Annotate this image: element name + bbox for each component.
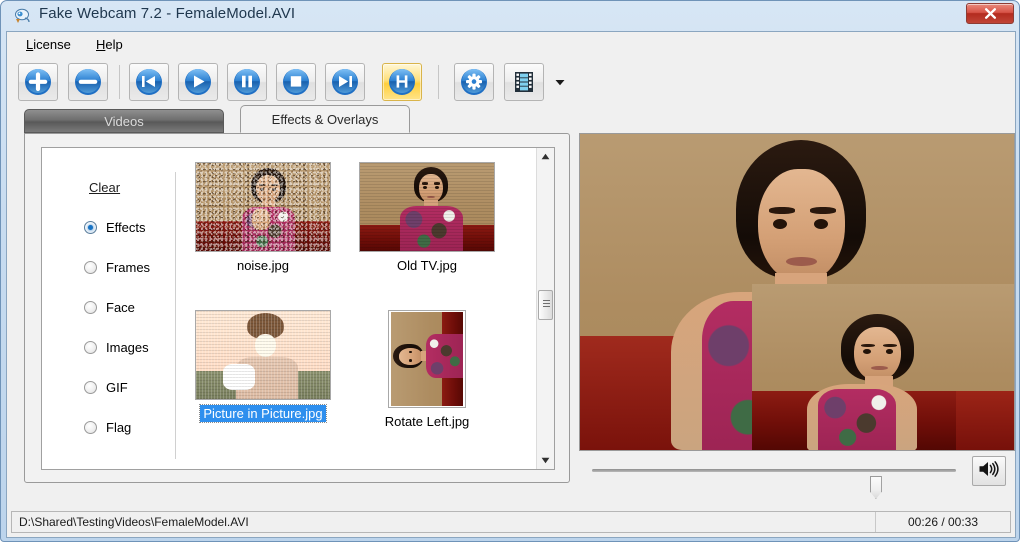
chevron-down-icon[interactable] bbox=[553, 75, 567, 89]
next-button[interactable] bbox=[325, 63, 365, 101]
menu-item-license-rest: icense bbox=[33, 37, 71, 52]
radio-indicator bbox=[84, 380, 97, 394]
webcam-output-button[interactable] bbox=[382, 63, 422, 101]
radio-frames[interactable]: Frames bbox=[84, 256, 172, 278]
thumbnail-preview-pip bbox=[195, 310, 331, 400]
video-display[interactable] bbox=[579, 133, 1015, 451]
radio-frames-label: Frames bbox=[106, 259, 151, 275]
application-window: Fake Webcam 7.2 - FemaleModel.AVI Licens… bbox=[0, 0, 1020, 542]
thumbnail-preview-rotate bbox=[388, 310, 466, 408]
radio-indicator bbox=[84, 340, 97, 354]
thumbnail-caption: Rotate Left.jpg bbox=[384, 414, 470, 429]
effects-overlays-panel: Clear Effects Frames Face Images GIF Fla… bbox=[24, 133, 570, 483]
menu-item-help[interactable]: Help bbox=[91, 36, 128, 53]
radio-gif-label: GIF bbox=[106, 379, 128, 395]
radio-gif[interactable]: GIF bbox=[84, 376, 172, 398]
settings-button[interactable] bbox=[454, 63, 494, 101]
speaker-icon bbox=[978, 460, 1000, 483]
tab-effects-overlays[interactable]: Effects & Overlays bbox=[240, 105, 410, 133]
radio-images[interactable]: Images bbox=[84, 336, 172, 358]
toolbar-separator-2 bbox=[438, 65, 439, 99]
tab-videos[interactable]: Videos bbox=[24, 109, 224, 133]
panel-divider bbox=[175, 172, 176, 459]
close-button[interactable] bbox=[966, 3, 1014, 24]
scrollbar-thumb[interactable] bbox=[538, 290, 553, 320]
remove-button[interactable] bbox=[68, 63, 108, 101]
thumbnail-item[interactable]: noise.jpg bbox=[188, 162, 338, 275]
triangle-up-icon[interactable] bbox=[537, 148, 554, 165]
thumbnail-caption: Picture in Picture.jpg bbox=[199, 404, 327, 423]
triangle-down-icon[interactable] bbox=[537, 452, 554, 469]
volume-button[interactable] bbox=[972, 456, 1006, 486]
play-button[interactable] bbox=[178, 63, 218, 101]
thumbnail-caption: noise.jpg bbox=[236, 258, 290, 273]
tab-videos-label: Videos bbox=[104, 113, 144, 129]
pause-button[interactable] bbox=[227, 63, 267, 101]
menu-item-help-rest: elp bbox=[105, 37, 123, 52]
thumbnail-caption: Old TV.jpg bbox=[397, 258, 457, 273]
radio-indicator bbox=[84, 300, 97, 314]
menu-bar: License Help bbox=[7, 32, 1015, 58]
previous-button[interactable] bbox=[129, 63, 169, 101]
tab-effects-overlays-label: Effects & Overlays bbox=[271, 111, 379, 127]
radio-effects-label: Effects bbox=[106, 219, 146, 235]
radio-face[interactable]: Face bbox=[84, 296, 172, 318]
add-button[interactable] bbox=[18, 63, 58, 101]
seek-slider-thumb[interactable] bbox=[869, 476, 882, 499]
webcam-icon bbox=[13, 7, 31, 25]
title-bar: Fake Webcam 7.2 - FemaleModel.AVI bbox=[1, 1, 1020, 31]
effects-list-container: Clear Effects Frames Face Images GIF Fla… bbox=[41, 147, 555, 470]
toolbar-separator-1 bbox=[119, 65, 120, 99]
toolbar bbox=[7, 57, 1015, 105]
radio-face-label: Face bbox=[106, 299, 135, 315]
thumbnail-item[interactable]: Rotate Left.jpg bbox=[352, 310, 502, 431]
video-preview-panel bbox=[579, 133, 1015, 499]
window-client-area: License Help Videos Effects & Overlays C… bbox=[6, 31, 1016, 538]
thumbnail-preview-noise bbox=[195, 162, 331, 252]
radio-indicator bbox=[84, 420, 97, 434]
seek-slider[interactable] bbox=[592, 469, 956, 499]
stop-button[interactable] bbox=[276, 63, 316, 101]
tab-bar: Videos Effects & Overlays bbox=[7, 105, 1015, 133]
thumbnail-scrollbar[interactable] bbox=[536, 148, 554, 469]
menu-item-license[interactable]: License bbox=[21, 36, 76, 53]
status-playback-time: 00:26 / 00:33 bbox=[907, 515, 979, 529]
thumbnail-preview-oldtv bbox=[359, 162, 495, 252]
film-button[interactable] bbox=[504, 63, 544, 101]
clear-link[interactable]: Clear bbox=[89, 180, 120, 195]
radio-indicator bbox=[84, 220, 97, 234]
status-file-path: D:\Shared\TestingVideos\FemaleModel.AVI bbox=[12, 512, 876, 532]
thumbnail-item[interactable]: Old TV.jpg bbox=[352, 162, 502, 275]
thumbnail-item-selected[interactable]: Picture in Picture.jpg bbox=[188, 310, 338, 423]
picture-in-picture-overlay bbox=[752, 284, 1014, 450]
window-title: Fake Webcam 7.2 - FemaleModel.AVI bbox=[39, 5, 296, 22]
radio-images-label: Images bbox=[106, 339, 149, 355]
playback-bar bbox=[579, 451, 1015, 499]
radio-indicator bbox=[84, 260, 97, 274]
radio-effects[interactable]: Effects bbox=[84, 216, 172, 238]
radio-flag-label: Flag bbox=[106, 419, 132, 435]
radio-flag[interactable]: Flag bbox=[84, 416, 172, 438]
status-bar: D:\Shared\TestingVideos\FemaleModel.AVI … bbox=[11, 511, 1011, 533]
